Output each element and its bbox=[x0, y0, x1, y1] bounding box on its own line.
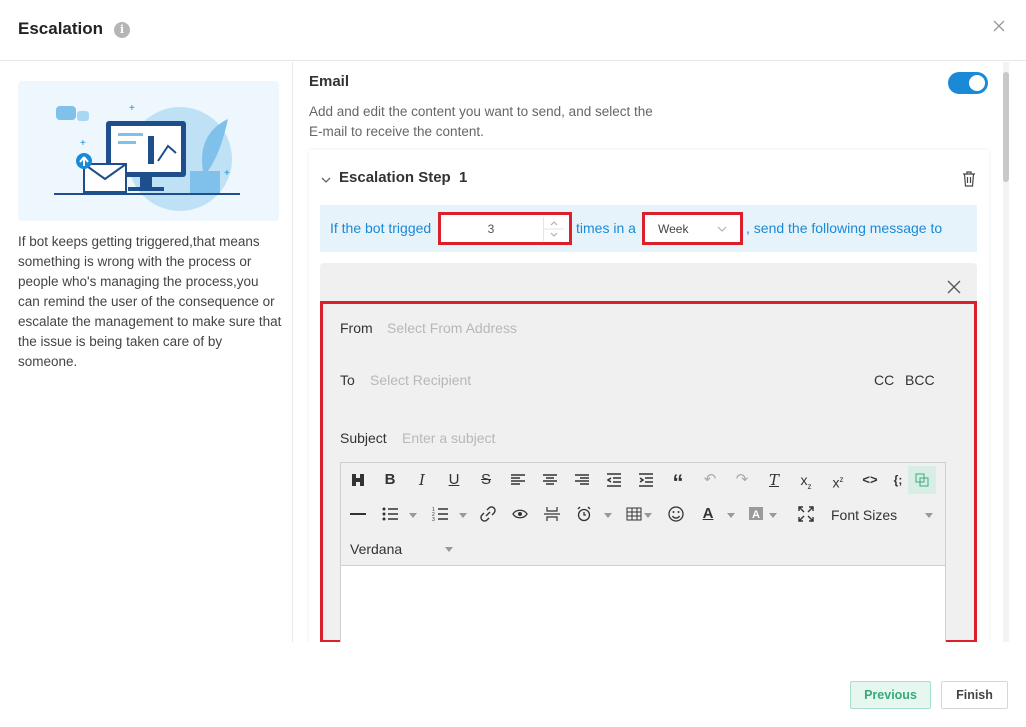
preview-eye-icon[interactable] bbox=[508, 502, 532, 526]
finish-button[interactable]: Finish bbox=[941, 681, 1008, 709]
underline-icon[interactable]: U bbox=[442, 468, 466, 492]
to-label: To bbox=[340, 372, 355, 388]
trigger-count-value[interactable]: 3 bbox=[441, 222, 541, 236]
scrollbar[interactable] bbox=[1003, 62, 1009, 642]
svg-text:+: + bbox=[80, 138, 86, 149]
subject-input[interactable]: Enter a subject bbox=[402, 430, 495, 446]
strikethrough-icon[interactable]: S bbox=[474, 468, 498, 492]
align-center-icon[interactable] bbox=[538, 468, 562, 492]
background-color-icon[interactable]: A bbox=[744, 502, 768, 526]
chevron-down-icon[interactable] bbox=[925, 513, 933, 518]
link-icon[interactable] bbox=[476, 502, 500, 526]
trigger-count-stepper[interactable]: 3 bbox=[438, 212, 572, 245]
trigger-suffix: , send the following message to bbox=[746, 220, 943, 236]
chevron-down-icon[interactable] bbox=[769, 513, 777, 518]
italic-icon[interactable]: I bbox=[410, 468, 434, 492]
email-section-description: Add and edit the content you want to sen… bbox=[309, 104, 653, 139]
escalation-description: If bot keeps getting triggered,that mean… bbox=[18, 234, 282, 369]
scrollbar-thumb[interactable] bbox=[1003, 72, 1009, 182]
right-panel: Email Add and edit the content you want … bbox=[294, 62, 1026, 642]
trash-icon[interactable] bbox=[962, 171, 976, 187]
recipient-select[interactable]: Select Recipient bbox=[370, 372, 471, 388]
superscript-icon[interactable]: xz bbox=[826, 468, 850, 492]
redo-icon[interactable]: ↷ bbox=[730, 468, 754, 492]
rich-text-editor: B I U S “ ↶ ↷ T xz xz <> {; 1 2 3 A A Fo… bbox=[340, 462, 946, 642]
clear-format-icon[interactable]: T bbox=[762, 468, 786, 492]
modal-header: Escalation i bbox=[0, 0, 1026, 61]
font-sizes-select[interactable]: Font Sizes bbox=[831, 507, 897, 523]
toggle-knob bbox=[969, 75, 985, 91]
code-icon[interactable]: <> bbox=[858, 468, 882, 492]
modal-title: Escalation bbox=[18, 19, 104, 38]
stepper-arrows[interactable] bbox=[543, 217, 564, 241]
chevron-down-icon[interactable] bbox=[409, 513, 417, 518]
previous-button[interactable]: Previous bbox=[850, 681, 931, 709]
page-break-icon[interactable] bbox=[540, 502, 564, 526]
font-family-select[interactable]: Verdana bbox=[350, 541, 402, 557]
alarm-clock-icon[interactable] bbox=[572, 502, 596, 526]
escalation-illustration: + + + bbox=[18, 81, 279, 221]
close-icon[interactable] bbox=[947, 280, 961, 294]
svg-text:+: + bbox=[129, 103, 135, 114]
trigger-prefix: If the bot trigged bbox=[330, 220, 432, 236]
cc-button[interactable]: CC bbox=[874, 372, 894, 388]
undo-icon[interactable]: ↶ bbox=[698, 468, 722, 492]
copy-format-icon[interactable] bbox=[908, 466, 936, 494]
step-number: 1 bbox=[459, 169, 468, 186]
chevron-down-icon[interactable] bbox=[320, 174, 332, 186]
trigger-period-value[interactable]: Week bbox=[658, 222, 688, 236]
left-panel: + + + If bot keeps getting triggered,tha… bbox=[0, 62, 293, 642]
from-select[interactable]: Select From Address bbox=[387, 320, 517, 336]
email-toggle[interactable] bbox=[948, 72, 988, 94]
bold-icon[interactable]: B bbox=[378, 468, 402, 492]
step-title-text: Escalation Step bbox=[339, 169, 451, 186]
chevron-down-icon[interactable] bbox=[604, 513, 612, 518]
trigger-middle: times in a bbox=[576, 220, 636, 236]
escalation-step-card: Escalation Step 1 If the bot trigged 3 t… bbox=[309, 150, 989, 642]
close-icon[interactable] bbox=[991, 18, 1007, 34]
editor-toolbar: B I U S “ ↶ ↷ T xz xz <> {; 1 2 3 A A Fo… bbox=[341, 463, 945, 566]
chevron-down-icon[interactable] bbox=[445, 547, 453, 552]
step-title: Escalation Step 1 bbox=[339, 169, 467, 186]
numbered-list-icon[interactable]: 123 bbox=[428, 502, 452, 526]
subject-label: Subject bbox=[340, 430, 387, 446]
horizontal-rule-icon[interactable] bbox=[346, 502, 370, 526]
editor-content-area[interactable] bbox=[341, 567, 945, 642]
fullscreen-icon[interactable] bbox=[794, 502, 818, 526]
bullet-list-icon[interactable] bbox=[378, 502, 402, 526]
code-block-icon[interactable]: {; bbox=[886, 468, 910, 492]
svg-text:A: A bbox=[752, 509, 760, 521]
align-right-icon[interactable] bbox=[570, 468, 594, 492]
chevron-down-icon[interactable] bbox=[459, 513, 467, 518]
info-icon[interactable]: i bbox=[114, 22, 130, 38]
svg-text:+: + bbox=[224, 168, 230, 179]
subscript-icon[interactable]: xz bbox=[794, 468, 818, 492]
chevron-down-icon bbox=[717, 226, 727, 232]
blockquote-icon[interactable]: “ bbox=[666, 468, 690, 495]
find-replace-icon[interactable] bbox=[346, 468, 370, 492]
email-form-card: From Select From Address To Select Recip… bbox=[320, 263, 977, 642]
from-label: From bbox=[340, 320, 373, 336]
chevron-down-icon[interactable] bbox=[644, 513, 652, 518]
chevron-down-icon[interactable] bbox=[727, 513, 735, 518]
bcc-button[interactable]: BCC bbox=[905, 372, 935, 388]
trigger-period-select[interactable]: Week bbox=[642, 212, 743, 245]
trigger-condition-bar: If the bot trigged 3 times in a Week , s… bbox=[320, 205, 977, 252]
indent-icon[interactable] bbox=[634, 468, 658, 492]
outdent-icon[interactable] bbox=[602, 468, 626, 492]
svg-text:3: 3 bbox=[432, 517, 435, 522]
text-color-icon[interactable]: A bbox=[696, 502, 720, 526]
emoji-icon[interactable] bbox=[664, 502, 688, 526]
email-section-title: Email bbox=[309, 73, 350, 90]
table-icon[interactable] bbox=[622, 502, 646, 526]
align-left-icon[interactable] bbox=[506, 468, 530, 492]
